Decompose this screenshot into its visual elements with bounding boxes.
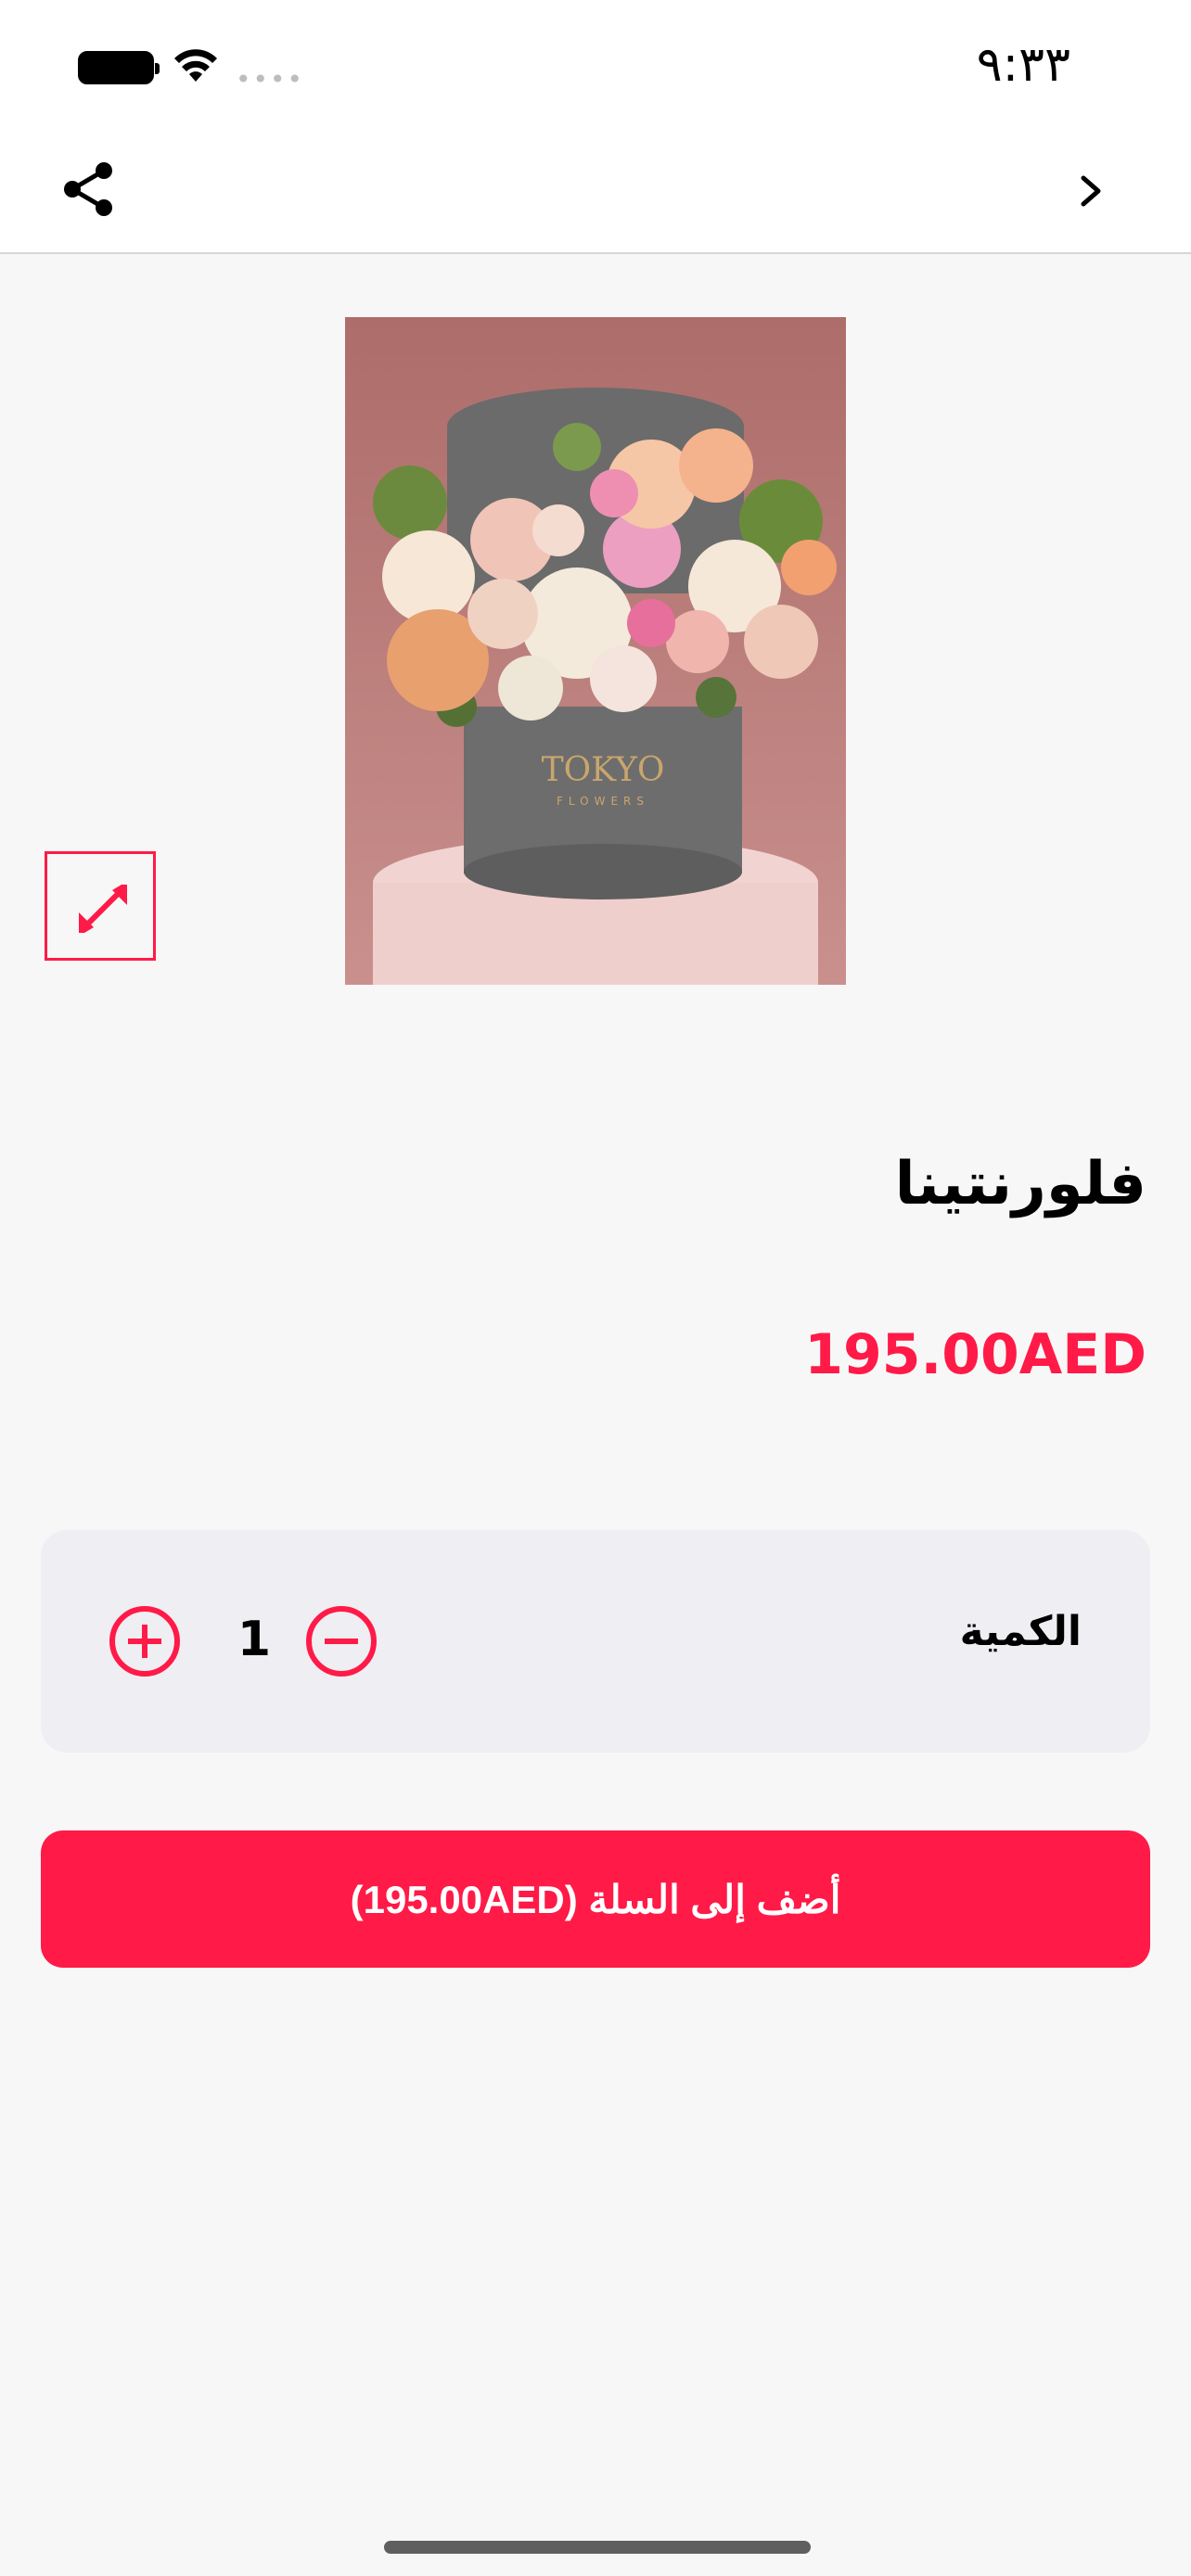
expand-image-button[interactable] [45, 851, 156, 961]
status-bar: •••• ٩:٣٣ [0, 0, 1191, 139]
image-brand-subtext: FLOWERS [557, 795, 649, 808]
battery-icon [78, 51, 160, 84]
product-title: فلورنتينا [894, 1150, 1146, 1218]
home-indicator[interactable] [384, 2541, 811, 2554]
plus-circle-icon[interactable] [108, 1604, 182, 1678]
wifi-icon [174, 49, 217, 82]
status-time: ٩:٣٣ [976, 37, 1070, 93]
quantity-value: 1 [237, 1612, 272, 1667]
cellular-signal-icon: •••• [236, 64, 305, 95]
quantity-card: 1 الكمية [41, 1530, 1150, 1753]
product-price: 195.00AED [804, 1322, 1146, 1387]
minus-circle-icon[interactable] [304, 1604, 378, 1678]
expand-arrows-icon [79, 885, 127, 933]
navigation-bar [0, 139, 1191, 254]
quantity-label: الكمية [959, 1608, 1082, 1655]
chevron-right-icon[interactable] [1072, 172, 1109, 210]
add-to-cart-button[interactable]: أضف إلى السلة (195.00AED) [41, 1830, 1150, 1968]
image-brand-text: TOKYO [542, 751, 665, 789]
product-image[interactable]: TOKYO FLOWERS [345, 317, 846, 985]
share-icon[interactable] [59, 159, 119, 219]
add-to-cart-label: أضف إلى السلة (195.00AED) [350, 1877, 841, 1921]
